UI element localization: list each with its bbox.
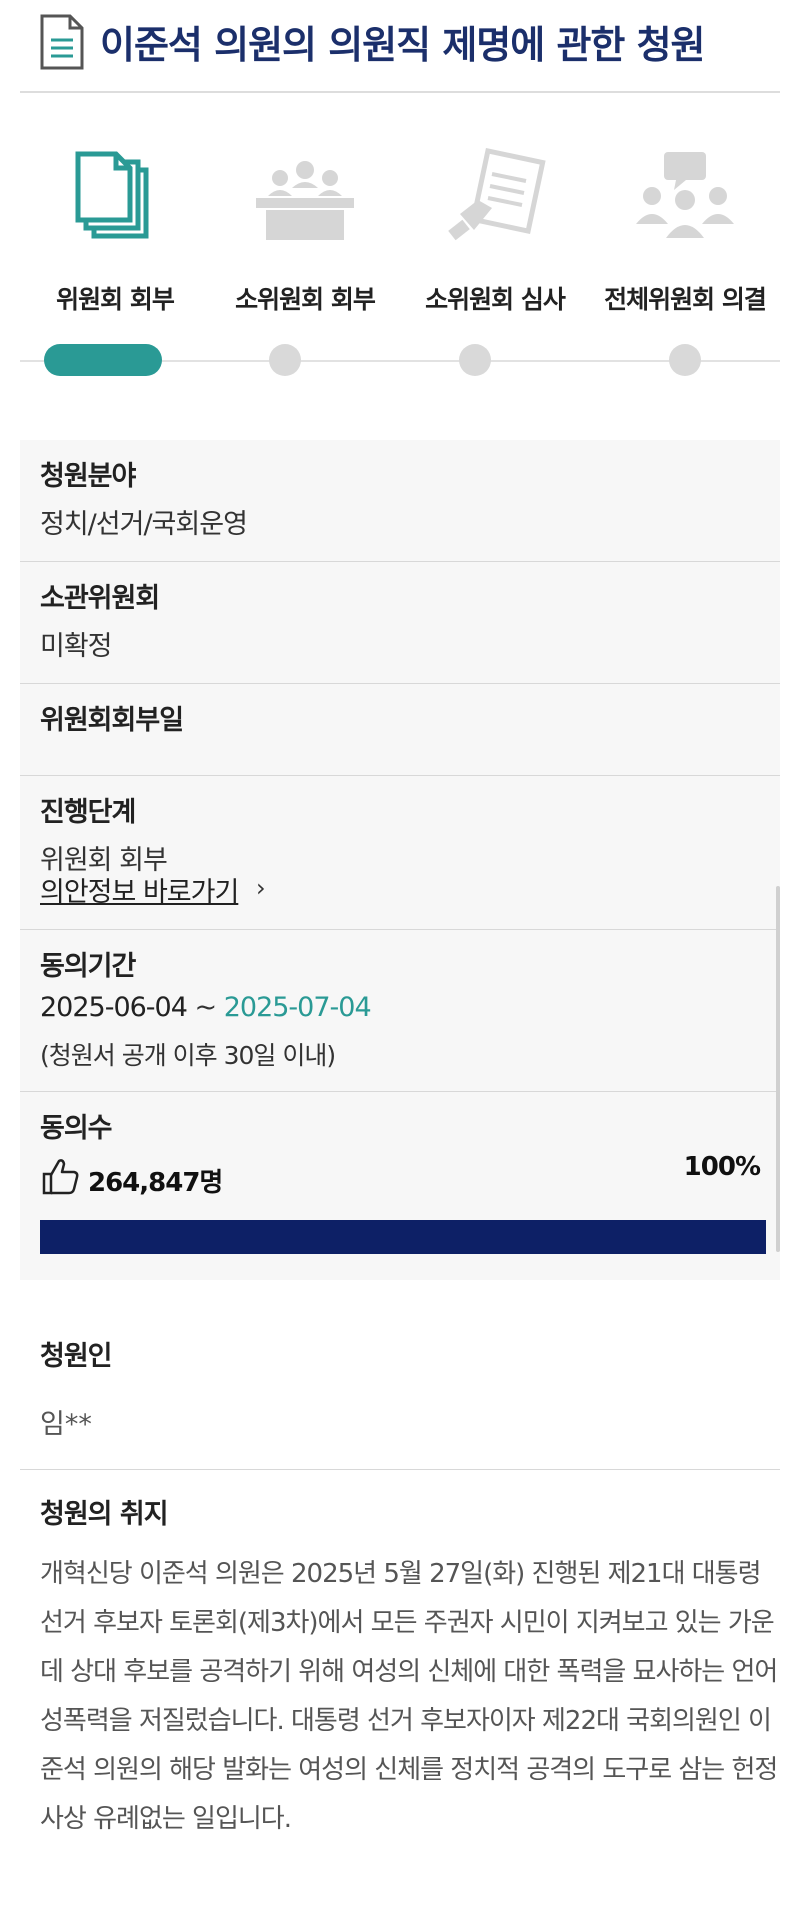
petitioner-label: 청원인 xyxy=(40,1341,113,1372)
committee-meeting-icon xyxy=(256,161,354,240)
bill-info-link[interactable]: 의안정보 바로가기 xyxy=(40,870,239,909)
stage-label: 전체위원회 의결 xyxy=(604,285,767,314)
period-end: 2025-07-04 xyxy=(223,992,372,1023)
field-label: 청원분야 xyxy=(40,461,136,492)
petitioner-value: 임** xyxy=(40,1409,92,1440)
purpose-label: 청원의 취지 xyxy=(40,1499,169,1530)
period-value: 2025-06-04 ~ 2025-07-04 xyxy=(40,992,372,1023)
thumbs-up-icon xyxy=(42,1159,79,1195)
info-row-committee: 소관위원회 미확정 xyxy=(20,562,780,684)
field-value: 정치/선거/국회운영 xyxy=(40,509,248,540)
stage-committee-referral: 위원회 회부 xyxy=(20,130,210,370)
petition-info-panel: 청원분야 정치/선거/국회운영 소관위원회 미확정 위원회회부일 진행단계 위원… xyxy=(20,440,780,1280)
progress-label: 진행단계 xyxy=(40,797,136,828)
documents-icon xyxy=(75,151,149,239)
document-icon xyxy=(40,14,84,70)
stage-label: 소위원회 회부 xyxy=(235,285,376,314)
period-note: (청원서 공개 이후 30일 이내) xyxy=(40,1041,336,1070)
review-hand-icon xyxy=(448,148,546,241)
agree-progress-bar xyxy=(40,1220,766,1254)
info-row-agree: 동의수 264,847명 100% xyxy=(20,1092,780,1280)
referral-date-label: 위원회회부일 xyxy=(40,705,184,736)
agree-percent: 100% xyxy=(683,1152,761,1182)
agree-count: 264,847명 xyxy=(88,1168,223,1198)
period-start: 2025-06-04 xyxy=(40,992,188,1023)
purpose-section: 청원의 취지 개혁신당 이준석 의원은 2025년 5월 27일(화) 진행된 … xyxy=(20,1470,780,1910)
stage-indicator-active xyxy=(44,344,162,376)
stage-indicator xyxy=(669,344,701,376)
info-row-progress: 진행단계 위원회 회부 의안정보 바로가기 › xyxy=(20,776,780,930)
stage-subcommittee-referral: 소위원회 회부 xyxy=(210,130,400,370)
committee-label: 소관위원회 xyxy=(40,583,160,614)
period-separator: ~ xyxy=(186,992,224,1023)
scrollbar[interactable] xyxy=(776,886,780,1252)
stage-indicator xyxy=(269,344,301,376)
page-title: 이준석 의원의 의원직 제명에 관한 청원 xyxy=(100,23,706,67)
committee-value: 미확정 xyxy=(40,631,113,662)
stage-full-committee-vote: 전체위원회 의결 xyxy=(590,130,780,370)
chevron-right-icon[interactable]: › xyxy=(256,874,266,902)
stage-label: 위원회 회부 xyxy=(56,285,175,314)
page-header: 이준석 의원의 의원직 제명에 관한 청원 xyxy=(20,0,780,93)
agree-progress-fill xyxy=(40,1220,766,1254)
progress-stages: 위원회 회부 소위원회 회부 소위원회 심사 전체위원회 의결 xyxy=(20,130,780,380)
info-row-referral-date: 위원회회부일 xyxy=(20,684,780,776)
petitioner-section: 청원인 임** xyxy=(20,1320,780,1470)
agree-label: 동의수 xyxy=(40,1113,113,1144)
stage-indicator xyxy=(459,344,491,376)
purpose-text: 개혁신당 이준석 의원은 2025년 5월 27일(화) 진행된 제21대 대통… xyxy=(40,1559,778,1834)
info-row-field: 청원분야 정치/선거/국회운영 xyxy=(20,440,780,562)
stage-label: 소위원회 심사 xyxy=(425,285,566,314)
discussion-group-icon xyxy=(636,152,734,238)
info-row-period: 동의기간 2025-06-04 ~ 2025-07-04 (청원서 공개 이후 … xyxy=(20,930,780,1092)
stage-subcommittee-review: 소위원회 심사 xyxy=(400,130,590,370)
period-label: 동의기간 xyxy=(40,951,136,982)
